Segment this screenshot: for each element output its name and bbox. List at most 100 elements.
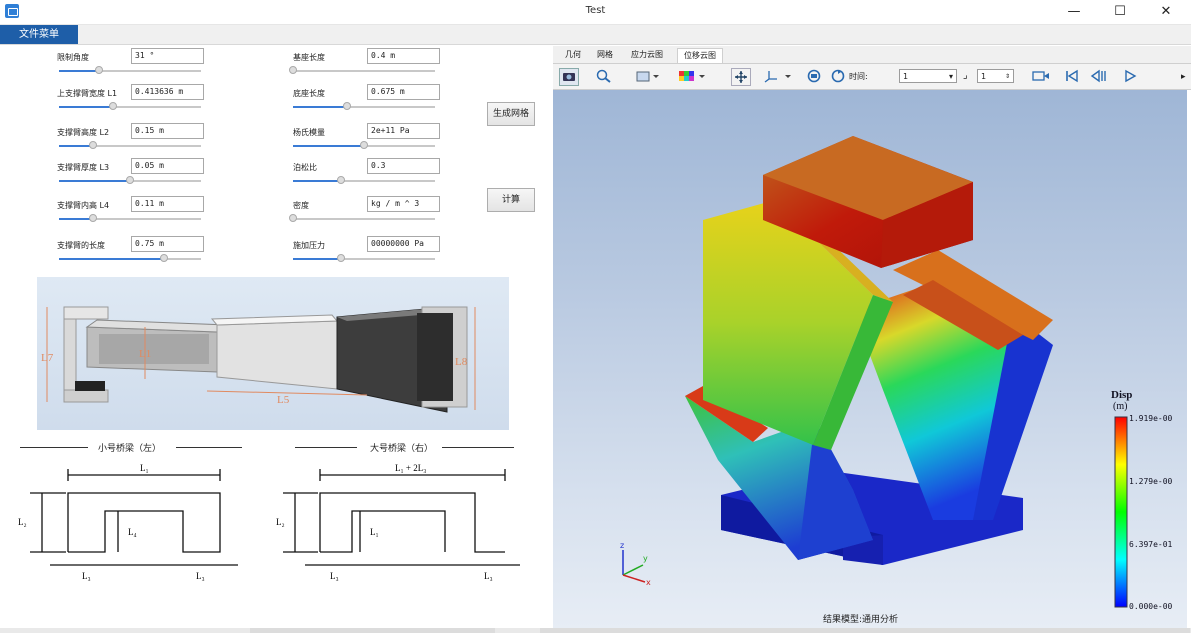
slider-thumb[interactable] [337, 176, 346, 184]
small-left-label: L₂ [18, 517, 27, 527]
param-input[interactable]: 0.11 m [131, 196, 204, 212]
slider-fill [293, 106, 347, 108]
close-button[interactable]: ✕ [1143, 0, 1189, 24]
slider-fill [59, 106, 113, 108]
result-viewport[interactable]: z y x Disp (m) 1.919e-00 1.279e-00 6.397… [553, 90, 1187, 628]
param-slider[interactable] [293, 254, 435, 262]
slider-thumb[interactable] [89, 214, 98, 222]
support-arm-schematic: L7 L1 L5 L8 [41, 306, 476, 413]
param-slider[interactable] [59, 102, 201, 110]
step-value: 1 [981, 72, 987, 81]
axis-y-label: y [643, 554, 648, 563]
slider-fill [59, 180, 130, 182]
slider-thumb[interactable] [289, 66, 297, 74]
param-input[interactable]: 00000000 Pa [367, 236, 440, 252]
previous-frame-icon[interactable] [1089, 68, 1107, 84]
param-slider[interactable] [293, 176, 435, 184]
param-slider[interactable] [289, 214, 435, 222]
axis-z-label: z [620, 541, 624, 550]
param-label: 基座长度 [293, 53, 325, 62]
time-value: 1 [903, 72, 909, 81]
viewer-tab[interactable]: 几何 [559, 48, 587, 62]
time-label: 时间: [849, 72, 868, 81]
compute-button[interactable]: 计算 [487, 188, 535, 212]
window-title: Test [585, 5, 606, 16]
step-spinner[interactable]: 1 ⇕ [977, 69, 1014, 83]
legend-low: 6.397e-01 [1129, 540, 1173, 549]
menu-file[interactable]: 文件菜单 [0, 25, 78, 44]
param-slider[interactable] [59, 254, 201, 262]
status-segment [540, 628, 1190, 633]
axis-x-label: x [646, 578, 651, 587]
slider-thumb[interactable] [342, 102, 351, 110]
slider-thumb[interactable] [89, 141, 98, 149]
slider-thumb[interactable] [360, 141, 368, 149]
schematic-image: L7 L1 L5 L8 [37, 277, 509, 430]
camera-icon[interactable] [559, 68, 579, 86]
param-label: 泊松比 [293, 163, 317, 172]
param-input[interactable]: 0.4 m [367, 48, 440, 64]
maximize-button[interactable]: ☐ [1097, 0, 1143, 24]
play-icon[interactable] [1121, 68, 1139, 84]
slider-thumb[interactable] [337, 254, 346, 262]
record-video-icon[interactable] [1031, 68, 1049, 84]
large-top-label: L₁ + 2L₃ [395, 463, 426, 473]
result-caption: 结果模型:通用分析 [823, 613, 898, 625]
fit-view-icon[interactable] [731, 68, 751, 86]
viewer-tab[interactable]: 网格 [591, 48, 619, 62]
param-label: 限制角度 [57, 53, 89, 62]
first-frame-icon[interactable] [1063, 68, 1081, 84]
displacement-contour-model: z y x Disp (m) 1.919e-00 1.279e-00 6.397… [620, 136, 1173, 625]
overflow-icon[interactable]: ▸ [1181, 72, 1186, 82]
legend-unit: (m) [1113, 401, 1127, 412]
minimize-button[interactable]: — [1051, 0, 1097, 24]
small-top-label: L₁ [140, 463, 149, 473]
small-bottom-left-label: L₃ [82, 571, 91, 581]
param-input[interactable]: 0.15 m [131, 123, 204, 139]
large-bottom-left-label: L₃ [330, 571, 339, 581]
slider-thumb[interactable] [108, 102, 117, 110]
slider-thumb[interactable] [126, 176, 134, 184]
param-slider[interactable] [59, 141, 201, 149]
param-slider[interactable] [293, 102, 435, 110]
slider-thumb[interactable] [289, 214, 297, 222]
param-label: 支撑臂内高 L4 [57, 201, 110, 210]
title-bar: Test — ☐ ✕ [0, 0, 1191, 25]
axes-icon[interactable] [763, 68, 791, 84]
large-bottom-right-label: L₃ [484, 571, 493, 581]
label-l5: L5 [277, 394, 290, 406]
param-input[interactable]: 31 ° [131, 48, 204, 64]
param-input[interactable]: 0.675 m [367, 84, 440, 100]
param-slider[interactable] [59, 66, 201, 74]
small-inner-label: L₄ [128, 527, 137, 537]
color-grid-icon[interactable] [677, 68, 705, 84]
param-slider[interactable] [59, 214, 201, 222]
spinner-arrows-icon: ⇕ [1004, 73, 1010, 80]
display-mode-icon[interactable] [635, 68, 659, 84]
zoom-search-icon[interactable] [595, 68, 613, 84]
time-select[interactable]: 1 ▾ [899, 69, 957, 83]
reset-view-icon[interactable] [829, 68, 847, 84]
param-input[interactable]: 0.3 [367, 158, 440, 174]
param-slider[interactable] [293, 141, 435, 149]
small-bottom-right-label: L₃ [196, 571, 205, 581]
viewer-tabs: 几何 网格 应力云图 位移云图 [553, 46, 1191, 64]
viewer-tab[interactable]: 位移云图 [677, 48, 723, 63]
param-input[interactable]: kg / m ^ 3 [367, 196, 440, 212]
generate-mesh-button[interactable]: 生成网格 [487, 102, 535, 126]
viewer-tab[interactable]: 应力云图 [625, 48, 669, 62]
param-input[interactable]: 2e+11 Pa [367, 123, 440, 139]
param-input[interactable]: 0.05 m [131, 158, 204, 174]
param-slider[interactable] [59, 176, 201, 184]
slider-fill [293, 145, 364, 147]
label-l7: L7 [41, 352, 54, 364]
slider-thumb[interactable] [94, 66, 103, 74]
large-inner-label: L₁ [370, 527, 379, 537]
rotate-icon[interactable] [805, 68, 823, 84]
status-segment [250, 628, 495, 633]
param-input[interactable]: 0.75 m [131, 236, 204, 252]
param-slider[interactable] [289, 66, 435, 74]
param-label: 底座长度 [293, 89, 325, 98]
param-input[interactable]: 0.413636 m [131, 84, 204, 100]
slider-thumb[interactable] [160, 254, 169, 262]
